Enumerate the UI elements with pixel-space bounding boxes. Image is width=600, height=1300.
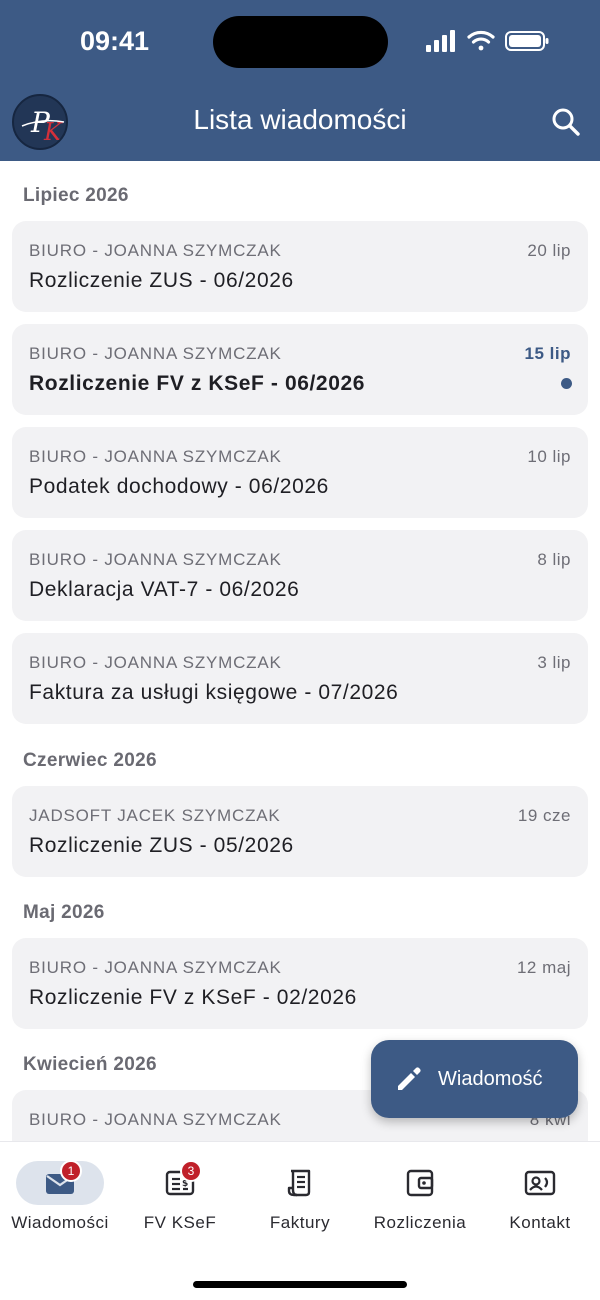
contact-card-icon — [524, 1170, 556, 1196]
message-date: 20 lip — [527, 241, 571, 260]
nav-item-fv-ksef[interactable]: $ 3 FV KSeF — [120, 1160, 240, 1250]
message-sender: JADSOFT JACEK SZYMCZAK — [29, 806, 281, 825]
message-card[interactable]: BIURO - JOANNA SZYMCZAK 10 lip Podatek d… — [12, 427, 588, 518]
nav-label: Rozliczenia — [373, 1213, 467, 1232]
status-time: 09:41 — [80, 26, 150, 56]
message-subject: Rozliczenie FV z KSeF - 06/2026 — [29, 372, 366, 395]
nav-item-faktury[interactable]: Faktury — [240, 1160, 360, 1250]
signal-icon — [426, 30, 455, 52]
message-sender: BIURO - JOANNA SZYMCZAK — [29, 550, 282, 569]
page-title: Lista wiadomości — [193, 104, 407, 135]
message-card[interactable]: JADSOFT JACEK SZYMCZAK 19 cze Rozliczeni… — [12, 786, 588, 877]
new-message-button[interactable]: Wiadomość — [371, 1040, 578, 1118]
unread-dot — [561, 378, 572, 389]
nav-item-wiadomosci[interactable]: 1 Wiadomości — [0, 1160, 120, 1250]
message-sender: BIURO - JOANNA SZYMCZAK — [29, 1110, 282, 1129]
wallet-icon — [406, 1169, 434, 1197]
message-card-unread[interactable]: BIURO - JOANNA SZYMCZAK 15 lip Rozliczen… — [12, 324, 588, 415]
nav-label: Wiadomości — [11, 1213, 109, 1232]
section-header: Kwiecień 2026 — [23, 1054, 157, 1075]
message-subject: Faktura za usługi księgowe - 07/2026 — [29, 681, 399, 704]
message-card[interactable]: BIURO - JOANNA SZYMCZAK 3 lip Faktura za… — [12, 633, 588, 724]
message-subject: Deklaracja VAT-7 - 06/2026 — [29, 578, 300, 601]
message-sender: BIURO - JOANNA SZYMCZAK — [29, 653, 282, 672]
nav-item-rozliczenia[interactable]: Rozliczenia — [360, 1160, 480, 1250]
system-status-icons — [426, 30, 549, 52]
dynamic-island — [213, 16, 388, 68]
pencil-icon — [398, 1067, 421, 1090]
message-date: 12 maj — [516, 958, 571, 977]
nav-label: Faktury — [269, 1213, 331, 1232]
home-indicator — [193, 1281, 407, 1288]
message-date: 8 lip — [537, 550, 571, 569]
nav-item-kontakt[interactable]: Kontakt — [480, 1160, 600, 1250]
message-date: 19 cze — [517, 806, 571, 825]
receipt-icon — [287, 1169, 311, 1197]
message-sender: BIURO - JOANNA SZYMCZAK — [29, 344, 282, 363]
new-message-label: Wiadomość — [438, 1068, 543, 1090]
message-date: 15 lip — [524, 344, 571, 363]
unread-count-badge: 1 — [60, 1160, 82, 1182]
message-sender: BIURO - JOANNA SZYMCZAK — [29, 447, 282, 466]
message-card[interactable]: BIURO - JOANNA SZYMCZAK 12 maj Rozliczen… — [12, 938, 588, 1029]
message-date: 3 lip — [537, 653, 571, 672]
section-header: Maj 2026 — [23, 902, 105, 923]
search-icon — [552, 108, 580, 136]
message-card[interactable]: BIURO - JOANNA SZYMCZAK 20 lip Rozliczen… — [12, 221, 588, 312]
message-sender: BIURO - JOANNA SZYMCZAK — [29, 241, 282, 260]
nav-label: Kontakt — [509, 1213, 571, 1232]
app-header: 09:41 P K Lista wiadomości — [0, 0, 600, 161]
wifi-icon — [467, 30, 495, 51]
message-list[interactable]: Lipiec 2026 BIURO - JOANNA SZYMCZAK 20 l… — [0, 161, 600, 1141]
message-subject: Rozliczenie ZUS - 05/2026 — [29, 834, 294, 857]
message-subject: Rozliczenie ZUS - 06/2026 — [29, 269, 294, 292]
nav-label: FV KSeF — [143, 1213, 217, 1232]
battery-icon — [505, 31, 549, 51]
status-bar: 09:41 — [0, 0, 600, 80]
ksef-count-badge: 3 — [180, 1160, 202, 1182]
message-subject: Podatek dochodowy - 06/2026 — [29, 475, 329, 498]
section-header: Lipiec 2026 — [23, 185, 129, 206]
message-subject: Rozliczenie FV z KSeF - 02/2026 — [29, 986, 357, 1009]
message-sender: BIURO - JOANNA SZYMCZAK — [29, 958, 282, 977]
bottom-navigation: 1 Wiadomości $ 3 FV KSeF Faktury Rozlicz… — [0, 1141, 600, 1300]
section-header: Czerwiec 2026 — [23, 750, 157, 771]
message-date: 10 lip — [527, 447, 571, 466]
search-button[interactable] — [548, 104, 584, 140]
message-card[interactable]: BIURO - JOANNA SZYMCZAK 8 lip Deklaracja… — [12, 530, 588, 621]
